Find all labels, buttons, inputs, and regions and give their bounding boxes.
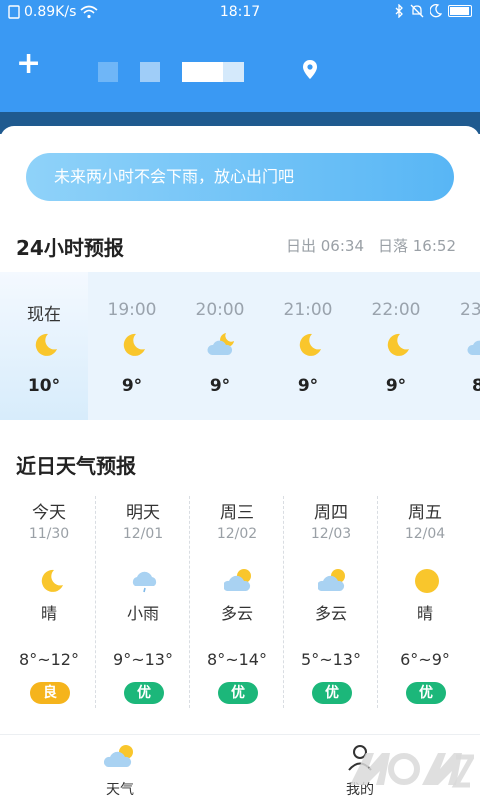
daily-item[interactable]: 周五 12/04 晴 6°~9° 优 bbox=[378, 494, 472, 708]
day-temp-range: 9°~13° bbox=[113, 650, 173, 669]
cloudy-night-icon bbox=[207, 333, 234, 355]
hourly-temp: 9° bbox=[209, 376, 231, 396]
hourly-time: 23 bbox=[460, 300, 480, 320]
moon-icon bbox=[123, 333, 145, 356]
day-date: 12/02 bbox=[216, 526, 258, 542]
city-name-masked-block bbox=[98, 62, 118, 82]
hourly-temp: 10° bbox=[27, 376, 61, 396]
nav-label-weather: 天气 bbox=[106, 782, 134, 798]
city-name-masked-block bbox=[182, 62, 244, 82]
aqi-badge: 优 bbox=[406, 682, 446, 704]
day-condition: 晴 bbox=[416, 604, 433, 623]
hourly-item: 22:00 9° bbox=[352, 272, 440, 420]
plus-icon[interactable]: + bbox=[16, 49, 41, 79]
cloudy-night-icon bbox=[467, 340, 480, 355]
day-name: 明天 bbox=[126, 503, 160, 523]
partly-cloudy-icon bbox=[224, 569, 251, 591]
bluetooth-icon bbox=[395, 4, 403, 18]
hourly-time: 21:00 bbox=[283, 300, 333, 320]
aqi-badge: 优 bbox=[312, 682, 352, 704]
hourly-time: 现在 bbox=[27, 305, 61, 325]
location-pin-icon[interactable] bbox=[302, 60, 318, 80]
day-name: 周四 bbox=[314, 503, 348, 523]
rain-alert-banner[interactable]: 未来两小时不会下雨，放心出门吧 bbox=[26, 153, 454, 201]
hourly-item: 23 8 bbox=[440, 272, 480, 420]
partly-cloudy-icon bbox=[104, 745, 133, 767]
hourly-forecast-title: 24小时预报 bbox=[16, 236, 124, 260]
day-temp-range: 8°~14° bbox=[207, 650, 267, 669]
day-temp-range: 6°~9° bbox=[400, 650, 450, 669]
sun-times: 日出 06:34 日落 16:52 bbox=[286, 235, 456, 256]
day-condition: 多云 bbox=[220, 604, 253, 623]
moon-icon bbox=[299, 333, 321, 356]
hourly-item: 21:00 9° bbox=[264, 272, 352, 420]
hourly-time: 22:00 bbox=[371, 300, 421, 320]
day-date: 12/04 bbox=[404, 526, 446, 542]
mute-bell-icon bbox=[410, 4, 424, 18]
day-temp-range: 8°~12° bbox=[19, 650, 79, 669]
aqi-badge: 优 bbox=[218, 682, 258, 704]
sun-icon bbox=[415, 569, 439, 593]
moon-status-icon bbox=[430, 4, 442, 18]
daily-item[interactable]: 今天 11/30 晴 8°~12° 良 bbox=[2, 494, 96, 708]
light-rain-icon bbox=[132, 571, 157, 593]
daily-item[interactable]: 周四 12/03 多云 5°~13° 优 bbox=[284, 494, 378, 708]
day-condition: 多云 bbox=[314, 604, 347, 623]
aqi-badge: 良 bbox=[30, 682, 70, 704]
sunrise-time: 日出 06:34 bbox=[286, 237, 364, 255]
hourly-time: 19:00 bbox=[107, 300, 157, 320]
hourly-temp: 9° bbox=[297, 376, 319, 396]
hourly-temp: 9° bbox=[385, 376, 407, 396]
aqi-badge: 优 bbox=[124, 682, 164, 704]
hourly-time: 20:00 bbox=[195, 300, 245, 320]
daily-forecast-title: 近日天气预报 bbox=[16, 454, 136, 478]
hourly-temp: 8 bbox=[472, 376, 480, 396]
day-date: 12/03 bbox=[310, 526, 352, 542]
day-temp-range: 5°~13° bbox=[301, 650, 361, 669]
moon-icon bbox=[35, 333, 57, 356]
header: + bbox=[0, 24, 480, 114]
day-name: 周五 bbox=[408, 503, 442, 523]
hourly-item: 20:00 9° bbox=[176, 272, 264, 420]
daily-item[interactable]: 明天 12/01 小雨 9°~13° 优 bbox=[96, 494, 190, 708]
city-name-masked-block bbox=[140, 62, 160, 82]
moon-icon bbox=[41, 569, 63, 592]
day-date: 11/30 bbox=[28, 526, 70, 542]
bottom-nav: 天气 我的 bbox=[0, 734, 480, 800]
daily-item[interactable]: 周三 12/02 多云 8°~14° 优 bbox=[190, 494, 284, 708]
sunset-time: 日落 16:52 bbox=[378, 237, 456, 255]
day-name: 周三 bbox=[220, 503, 254, 523]
day-condition: 晴 bbox=[40, 604, 57, 623]
system-icons bbox=[394, 4, 472, 18]
watermark-logo bbox=[350, 753, 474, 788]
battery-icon bbox=[448, 5, 472, 17]
moon-icon bbox=[387, 333, 409, 356]
day-date: 12/01 bbox=[122, 526, 164, 542]
partly-cloudy-icon bbox=[318, 569, 345, 591]
day-condition: 小雨 bbox=[126, 604, 159, 623]
hourly-item: 现在 10° bbox=[0, 272, 88, 420]
status-bar: 0.89K/s 18:17 bbox=[0, 0, 480, 24]
weather-card: 未来两小时不会下雨，放心出门吧 24小时预报 日出 06:34 日落 16:52… bbox=[0, 126, 480, 800]
daily-forecast-list: 今天 11/30 晴 8°~12° 良 明天 12/01 小雨 9°~13° 优… bbox=[0, 494, 480, 708]
nav-tab-weather[interactable]: 天气 bbox=[0, 735, 240, 800]
hourly-forecast-strip[interactable]: 现在 10° 19:00 9° 20:00 9° 21:00 9° 22:00 … bbox=[0, 272, 480, 420]
day-name: 今天 bbox=[32, 503, 66, 523]
hourly-item: 19:00 9° bbox=[88, 272, 176, 420]
hourly-temp: 9° bbox=[121, 376, 143, 396]
